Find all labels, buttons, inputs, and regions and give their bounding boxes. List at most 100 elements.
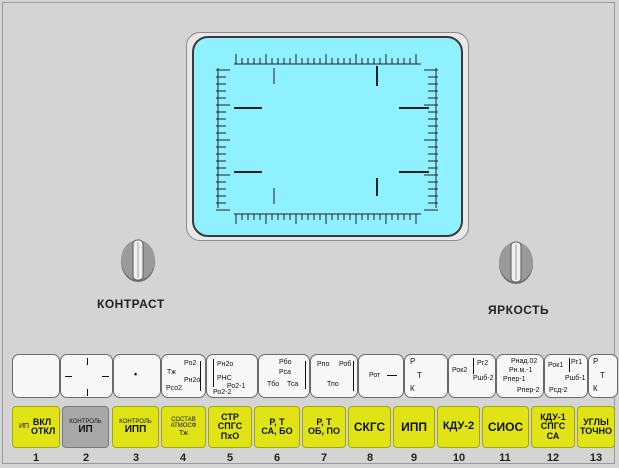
button-12[interactable]: КДУ-1 СПГС СА	[531, 406, 575, 448]
button-2-label: ИП	[78, 423, 93, 435]
button-3-label: ИПП	[124, 423, 147, 435]
crosshair-mark	[65, 376, 72, 377]
indicator-divider	[353, 361, 354, 391]
indicator-13: Р Т К	[588, 354, 618, 398]
indicator-divider	[473, 358, 474, 374]
button-7-label: Р, Т ОБ, ПО	[308, 416, 340, 436]
indicator-divider	[213, 359, 214, 387]
button-number: 12	[546, 452, 560, 464]
crosshair-mark	[87, 389, 88, 396]
indicator-divider	[569, 358, 570, 372]
button-8[interactable]: СКГС	[348, 406, 391, 448]
ind-text: Рок2	[452, 367, 468, 374]
ind-text: Рo2	[184, 360, 197, 367]
button-5-label: СТР СПГС ПхО	[217, 411, 243, 441]
ind-text: Т	[600, 371, 605, 380]
ind-text: Ро2-2	[213, 389, 232, 396]
button-1[interactable]: ИП ВКЛ ОТКЛ	[12, 406, 60, 448]
button-number: 11	[499, 452, 511, 464]
brightness-knob[interactable]	[496, 238, 536, 286]
brightness-label: ЯРКОСТЬ	[488, 303, 550, 317]
indicator-7: Рпо Роб Тпо	[310, 354, 358, 398]
ind-text: Рса	[279, 369, 292, 376]
button-13-label: УГЛЫ ТОЧНО	[579, 416, 613, 436]
button-number: 9	[410, 452, 418, 464]
crosshair-mark	[102, 376, 109, 377]
indicator-9: Р Т К	[404, 354, 448, 398]
button-8-label: СКГС	[353, 419, 386, 434]
indicator-1	[12, 354, 60, 398]
indicator-divider	[200, 361, 201, 391]
ind-text: Ршб-1	[565, 375, 586, 382]
button-number: 10	[452, 452, 466, 464]
indicator-8: Рот	[358, 354, 404, 398]
ind-text: Рпер-1	[503, 376, 526, 383]
button-12-label: КДУ-1 СПГС СА	[540, 411, 566, 441]
button-5[interactable]: СТР СПГС ПхО	[208, 406, 252, 448]
button-7[interactable]: Р, Т ОБ, ПО	[302, 406, 346, 448]
button-1-label: ВКЛ ОТКЛ	[31, 416, 56, 436]
button-4-label: Тж	[179, 429, 188, 437]
indicator-divider	[387, 375, 397, 376]
ind-text: Тж	[167, 369, 176, 376]
button-2[interactable]: КОНТРОЛЬ ИП	[62, 406, 109, 448]
ind-text: Р	[410, 357, 416, 366]
ind-text: Рбо	[279, 359, 292, 366]
button-9[interactable]: ИПП	[393, 406, 435, 448]
ind-text: Рпо	[317, 361, 330, 368]
indicator-12: Рок1 Рг1 Ршб-1 Рсд-2	[544, 354, 588, 398]
button-number: 1	[32, 452, 40, 464]
ind-text: Рсо2	[166, 385, 183, 392]
ind-text: Рг2	[477, 360, 489, 367]
crosshair-reticle	[216, 54, 438, 224]
button-number: 4	[179, 452, 187, 464]
ind-text: Рн2о	[184, 377, 201, 384]
crosshair-mark	[87, 358, 88, 365]
ind-text: Рпер-2	[517, 387, 540, 394]
ind-text: Роб	[339, 361, 352, 368]
ind-text: Тпо	[327, 381, 339, 388]
button-4-prefix: СОСТАВ АТМОСФ	[170, 417, 197, 430]
ind-text: Р	[593, 357, 599, 366]
button-number: 2	[82, 452, 90, 464]
indicator-10: Рок2 Рг2 Ршб-2	[448, 354, 496, 398]
button-11[interactable]: СИОС	[482, 406, 529, 448]
ind-text: К	[410, 384, 415, 393]
indicator-5: Рн2о РНС Ро2-1 Ро2-2	[206, 354, 258, 398]
indicator-divider	[305, 361, 306, 389]
ind-text: РНС	[217, 375, 232, 382]
button-number: 5	[226, 452, 234, 464]
ind-text: Рн2о	[217, 361, 234, 368]
ind-text: Ршб-2	[473, 375, 494, 382]
ind-text: Тса	[287, 381, 299, 388]
button-9-label: ИПП	[401, 419, 427, 434]
ind-text: Рн.м.-1	[509, 367, 533, 374]
button-4[interactable]: СОСТАВ АТМОСФ Тж	[161, 406, 206, 448]
contrast-knob[interactable]	[118, 236, 158, 284]
button-3[interactable]: КОНТРОЛЬ ИПП	[112, 406, 159, 448]
indicator-11: Рнад.02 Рн.м.-1 Рпер-1 Рпер-2	[496, 354, 544, 398]
button-1-prefix: ИП	[18, 423, 30, 431]
ind-text: К	[593, 384, 598, 393]
display-screen	[192, 36, 463, 237]
button-number: 8	[366, 452, 374, 464]
button-10[interactable]: КДУ-2	[437, 406, 480, 448]
indicator-strip: • Тж Рo2 Рсо2 Рн2о Рн2о РНС Ро2-1 Ро2-2 …	[12, 354, 618, 398]
ind-text: Рнад.02	[511, 358, 538, 365]
button-6-label: Р, Т СА, БО	[261, 416, 293, 436]
indicator-6: Рбо Рса Тбо Тса	[258, 354, 310, 398]
button-number: 7	[320, 452, 328, 464]
indicator-3: •	[113, 354, 161, 398]
indicator-3-dot: •	[134, 369, 138, 379]
button-10-label: КДУ-2	[442, 420, 475, 433]
ind-text: Т	[417, 371, 422, 380]
indicator-2	[60, 354, 113, 398]
button-13[interactable]: УГЛЫ ТОЧНО	[577, 406, 615, 448]
ind-text: Тбо	[267, 381, 280, 388]
contrast-label: КОНТРАСТ	[97, 297, 165, 311]
indicator-4: Тж Рo2 Рсо2 Рн2о	[161, 354, 206, 398]
button-number: 13	[589, 452, 603, 464]
ind-text: Рсд-2	[549, 387, 568, 394]
button-11-label: СИОС	[487, 419, 524, 434]
button-6[interactable]: Р, Т СА, БО	[254, 406, 300, 448]
